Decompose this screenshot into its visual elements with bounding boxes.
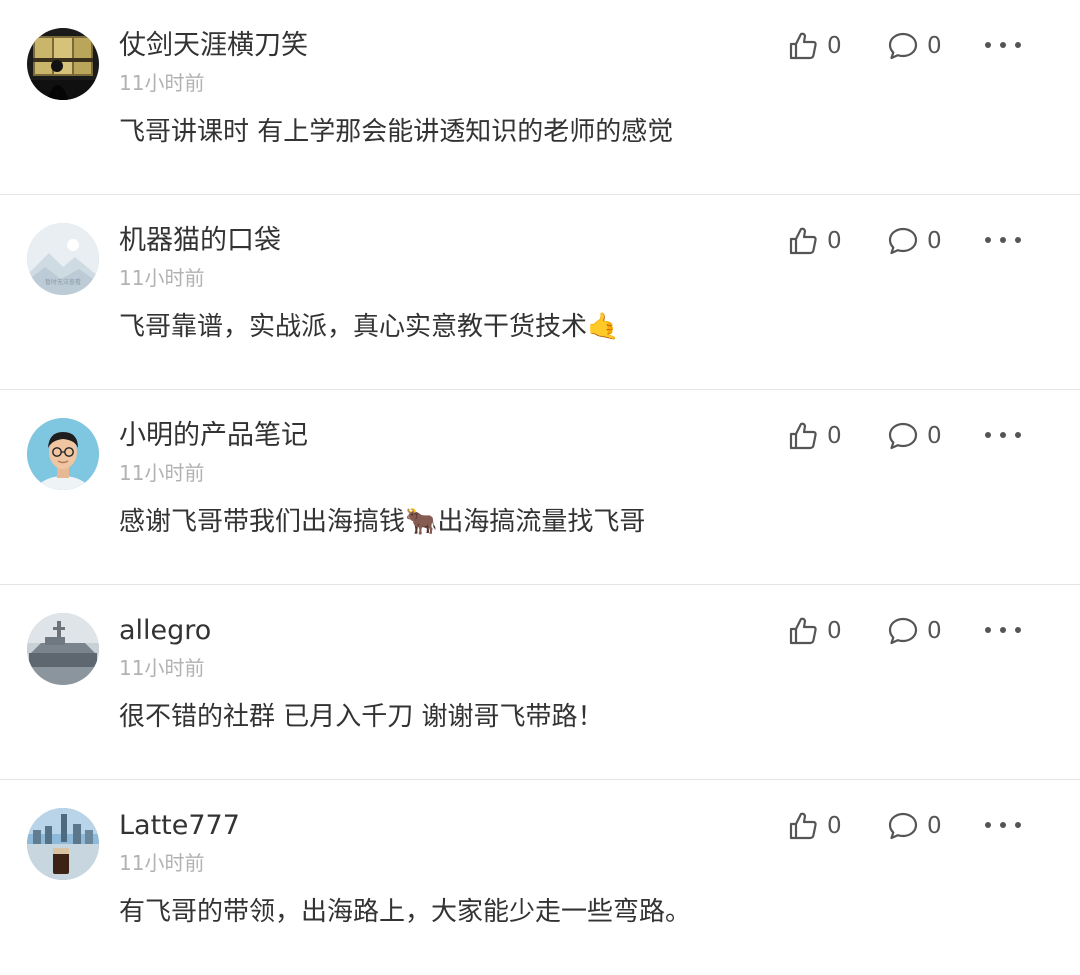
comment-text: 有飞哥的带领，出海路上，大家能少走一些弯路。 xyxy=(119,892,691,932)
timestamp: 11小时前 xyxy=(119,656,205,680)
thumbs-up-icon xyxy=(789,617,817,645)
more-dots-icon xyxy=(1015,432,1021,438)
timestamp: 11小时前 xyxy=(119,851,205,875)
thumbs-up-icon xyxy=(789,812,817,840)
username[interactable]: 小明的产品笔记 xyxy=(119,416,308,456)
avatar-image xyxy=(27,28,99,100)
speech-bubble-icon xyxy=(888,422,918,450)
avatar[interactable] xyxy=(27,613,99,685)
comment-text-body: 很不错的社群 已月入千刀 谢谢哥飞带路！ xyxy=(119,702,604,732)
speech-bubble-icon xyxy=(888,227,918,255)
more-options-button[interactable] xyxy=(985,615,1021,645)
more-dots-icon xyxy=(985,822,991,828)
timestamp: 11小时前 xyxy=(119,266,205,290)
like-count: 0 xyxy=(827,423,842,449)
speech-bubble-icon xyxy=(888,812,918,840)
username[interactable]: allegro xyxy=(119,611,211,651)
more-options-button[interactable] xyxy=(985,30,1021,60)
avatar-image: 暂时无法查看 xyxy=(27,223,99,295)
comment-text-body: 飞哥靠谱，实战派，真心实意教干货技术 xyxy=(119,312,588,342)
avatar[interactable] xyxy=(27,418,99,490)
reply-button[interactable]: 0 xyxy=(887,28,942,64)
thumbs-up-icon xyxy=(789,32,817,60)
more-dots-icon xyxy=(985,42,991,48)
comment-text-tail: 出海搞流量找飞哥 xyxy=(437,507,646,537)
like-count: 0 xyxy=(827,813,842,839)
avatar-image xyxy=(27,808,99,880)
reply-button[interactable]: 0 xyxy=(887,613,942,649)
more-dots-icon xyxy=(1000,432,1006,438)
reply-button[interactable]: 0 xyxy=(887,223,942,259)
comment-item: 小明的产品笔记 11小时前 感谢飞哥带我们出海搞钱🐂出海搞流量找飞哥 0 0 xyxy=(0,390,1080,585)
speech-bubble-icon xyxy=(888,617,918,645)
more-options-button[interactable] xyxy=(985,810,1021,840)
comment-text: 飞哥讲课时 有上学那会能讲透知识的老师的感觉 xyxy=(119,112,673,152)
comment-item: 暂时无法查看 机器猫的口袋 11小时前 飞哥靠谱，实战派，真心实意教干货技术🤙 … xyxy=(0,195,1080,390)
comment-text: 飞哥靠谱，实战派，真心实意教干货技术🤙 xyxy=(119,307,619,347)
more-dots-icon xyxy=(1015,237,1021,243)
more-dots-icon xyxy=(1015,627,1021,633)
avatar[interactable] xyxy=(27,28,99,100)
reply-count: 0 xyxy=(927,423,942,449)
thumbs-up-icon xyxy=(789,227,817,255)
more-options-button[interactable] xyxy=(985,420,1021,450)
reply-count: 0 xyxy=(927,618,942,644)
comment-text-body: 飞哥讲课时 有上学那会能讲透知识的老师的感觉 xyxy=(119,117,674,147)
avatar-image xyxy=(27,613,99,685)
reply-count: 0 xyxy=(927,813,942,839)
username[interactable]: Latte777 xyxy=(119,806,240,846)
reply-count: 0 xyxy=(927,33,942,59)
like-count: 0 xyxy=(827,228,842,254)
avatar[interactable] xyxy=(27,808,99,880)
avatar-caption: 暂时无法查看 xyxy=(45,278,81,286)
like-button[interactable]: 0 xyxy=(787,418,842,454)
like-button[interactable]: 0 xyxy=(787,28,842,64)
like-button[interactable]: 0 xyxy=(787,613,842,649)
username[interactable]: 机器猫的口袋 xyxy=(119,221,281,261)
more-dots-icon xyxy=(985,237,991,243)
comment-item: Latte777 11小时前 有飞哥的带领，出海路上，大家能少走一些弯路。 0 … xyxy=(0,780,1080,975)
more-options-button[interactable] xyxy=(985,225,1021,255)
more-dots-icon xyxy=(1015,42,1021,48)
more-dots-icon xyxy=(1015,822,1021,828)
reply-button[interactable]: 0 xyxy=(887,418,942,454)
ox-emoji: 🐂 xyxy=(405,507,438,537)
comment-text-body: 感谢飞哥带我们出海搞钱 xyxy=(119,507,406,537)
more-dots-icon xyxy=(1000,237,1006,243)
more-dots-icon xyxy=(1000,627,1006,633)
comment-item: allegro 11小时前 很不错的社群 已月入千刀 谢谢哥飞带路！ 0 0 xyxy=(0,585,1080,780)
call-me-hand-emoji: 🤙 xyxy=(587,312,620,342)
comment-item: 仗剑天涯横刀笑 11小时前 飞哥讲课时 有上学那会能讲透知识的老师的感觉 0 0 xyxy=(0,0,1080,195)
like-button[interactable]: 0 xyxy=(787,808,842,844)
more-dots-icon xyxy=(985,627,991,633)
thumbs-up-icon xyxy=(789,422,817,450)
comment-text: 感谢飞哥带我们出海搞钱🐂出海搞流量找飞哥 xyxy=(119,502,645,542)
more-dots-icon xyxy=(1000,42,1006,48)
like-count: 0 xyxy=(827,33,842,59)
like-button[interactable]: 0 xyxy=(787,223,842,259)
timestamp: 11小时前 xyxy=(119,461,205,485)
more-dots-icon xyxy=(985,432,991,438)
speech-bubble-icon xyxy=(888,32,918,60)
avatar[interactable]: 暂时无法查看 xyxy=(27,223,99,295)
reply-count: 0 xyxy=(927,228,942,254)
comment-text-body: 有飞哥的带领，出海路上，大家能少走一些弯路。 xyxy=(119,897,692,927)
reply-button[interactable]: 0 xyxy=(887,808,942,844)
like-count: 0 xyxy=(827,618,842,644)
comment-list: 仗剑天涯横刀笑 11小时前 飞哥讲课时 有上学那会能讲透知识的老师的感觉 0 0… xyxy=(0,0,1080,975)
comment-text: 很不错的社群 已月入千刀 谢谢哥飞带路！ xyxy=(119,697,604,737)
avatar-image xyxy=(27,418,99,490)
username[interactable]: 仗剑天涯横刀笑 xyxy=(119,26,308,66)
more-dots-icon xyxy=(1000,822,1006,828)
timestamp: 11小时前 xyxy=(119,71,205,95)
